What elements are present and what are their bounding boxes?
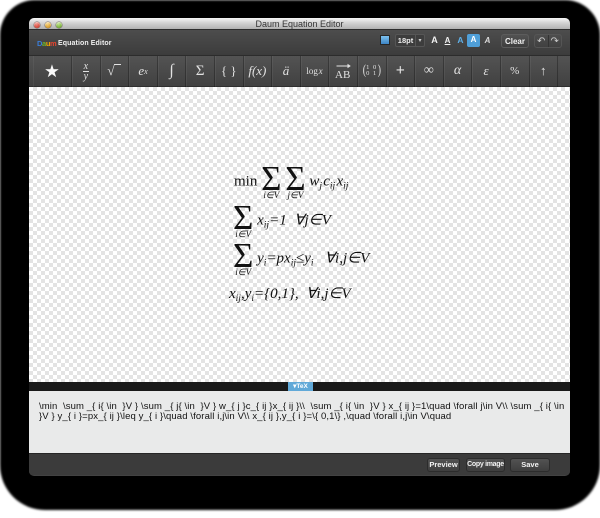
svg-text:AB: AB bbox=[335, 69, 350, 80]
